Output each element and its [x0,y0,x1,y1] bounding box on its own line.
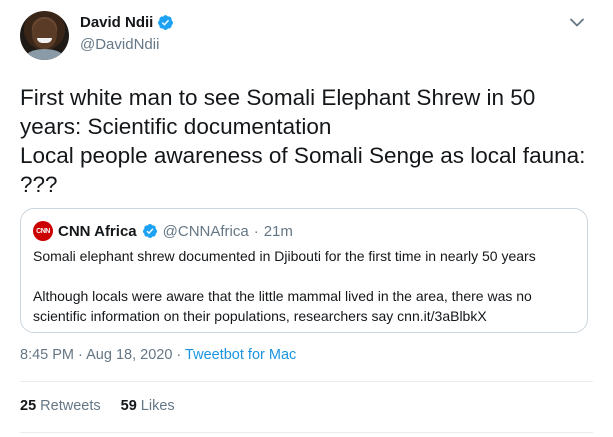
quoted-text-body: Although locals were aware that the litt… [33,288,532,324]
quoted-tweet-header: CNN CNN Africa @CNNAfrica · 21m [33,221,293,241]
tweet-date[interactable]: Aug 18, 2020 [86,347,172,363]
chevron-down-icon[interactable] [570,18,584,28]
author-name-row[interactable]: David Ndii [80,14,174,31]
retweets-count: 25 [20,398,37,414]
likes-stat[interactable]: 59 Likes [121,398,175,414]
tweet-meta: 8:45 PM · Aug 18, 2020 · Tweetbot for Ma… [20,347,296,363]
tweet-time[interactable]: 8:45 PM [20,347,74,363]
tweet-card: David Ndii @DavidNdii First white man to… [0,0,613,437]
likes-count: 59 [120,398,137,414]
tweet-text: First white man to see Somali Elephant S… [20,85,586,197]
quoted-time[interactable]: 21m [264,223,293,240]
quoted-text-headline: Somali elephant shrew documented in Djib… [33,248,536,264]
tweet-stats: 25 Retweets 59 Likes [20,398,175,414]
divider [20,432,593,433]
likes-label: Likes [140,398,175,414]
cnn-logo-icon: CNN [33,221,53,241]
quoted-author-name: CNN Africa [58,222,137,240]
tweet-source-link[interactable]: Tweetbot for Mac [185,347,296,363]
quoted-author-handle: @CNNAfrica [162,222,249,240]
quoted-separator: · [253,222,259,240]
avatar-shirt [24,49,65,60]
verified-badge-icon [142,224,157,238]
retweets-stat[interactable]: 25 Retweets [20,398,101,414]
meta-separator: · [78,347,83,363]
meta-separator: · [176,347,182,363]
author-handle[interactable]: @DavidNdii [80,36,159,53]
author-name[interactable]: David Ndii [80,14,153,31]
verified-badge-icon [158,15,174,30]
retweets-label: Retweets [40,398,101,414]
quoted-tweet[interactable]: CNN CNN Africa @CNNAfrica · 21m Somali e… [20,208,588,333]
divider [20,381,593,382]
avatar[interactable] [20,11,69,60]
avatar-face [32,19,57,49]
